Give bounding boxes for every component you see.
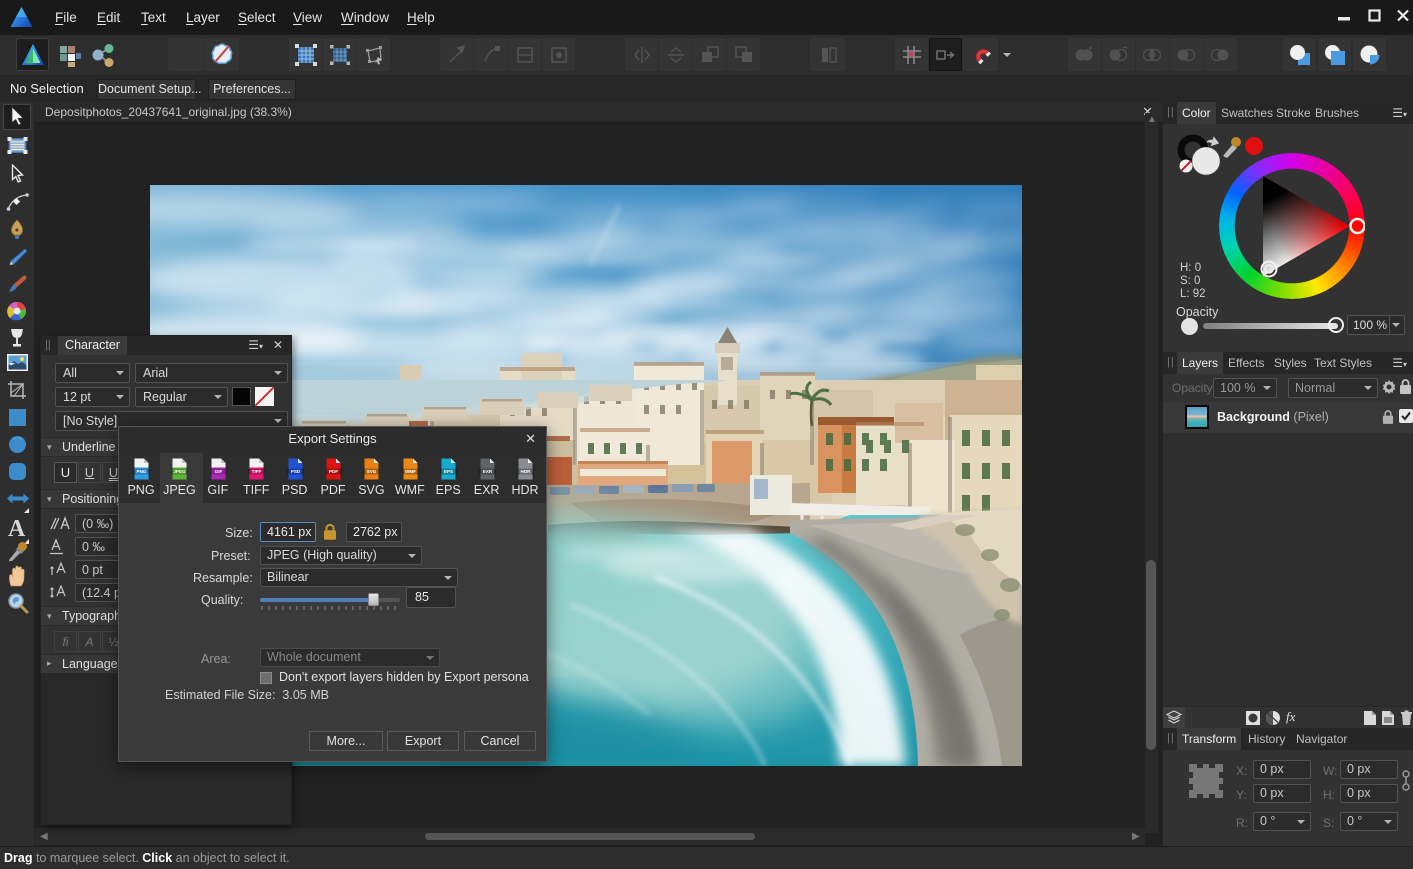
svg-text:EPS: EPS [444, 469, 453, 474]
svg-text:HDR: HDR [521, 469, 532, 474]
svg-text:PDF: PDF [329, 469, 338, 474]
svg-text:SVG: SVG [367, 469, 377, 474]
svg-text:GIF: GIF [214, 469, 222, 474]
svg-text:JPEG: JPEG [174, 469, 187, 474]
svg-text:PSD: PSD [290, 469, 300, 474]
svg-text:EXR: EXR [482, 469, 492, 474]
svg-text:PNG: PNG [137, 469, 147, 474]
svg-text:TIFF: TIFF [252, 469, 262, 474]
svg-text:WMF: WMF [405, 469, 416, 474]
